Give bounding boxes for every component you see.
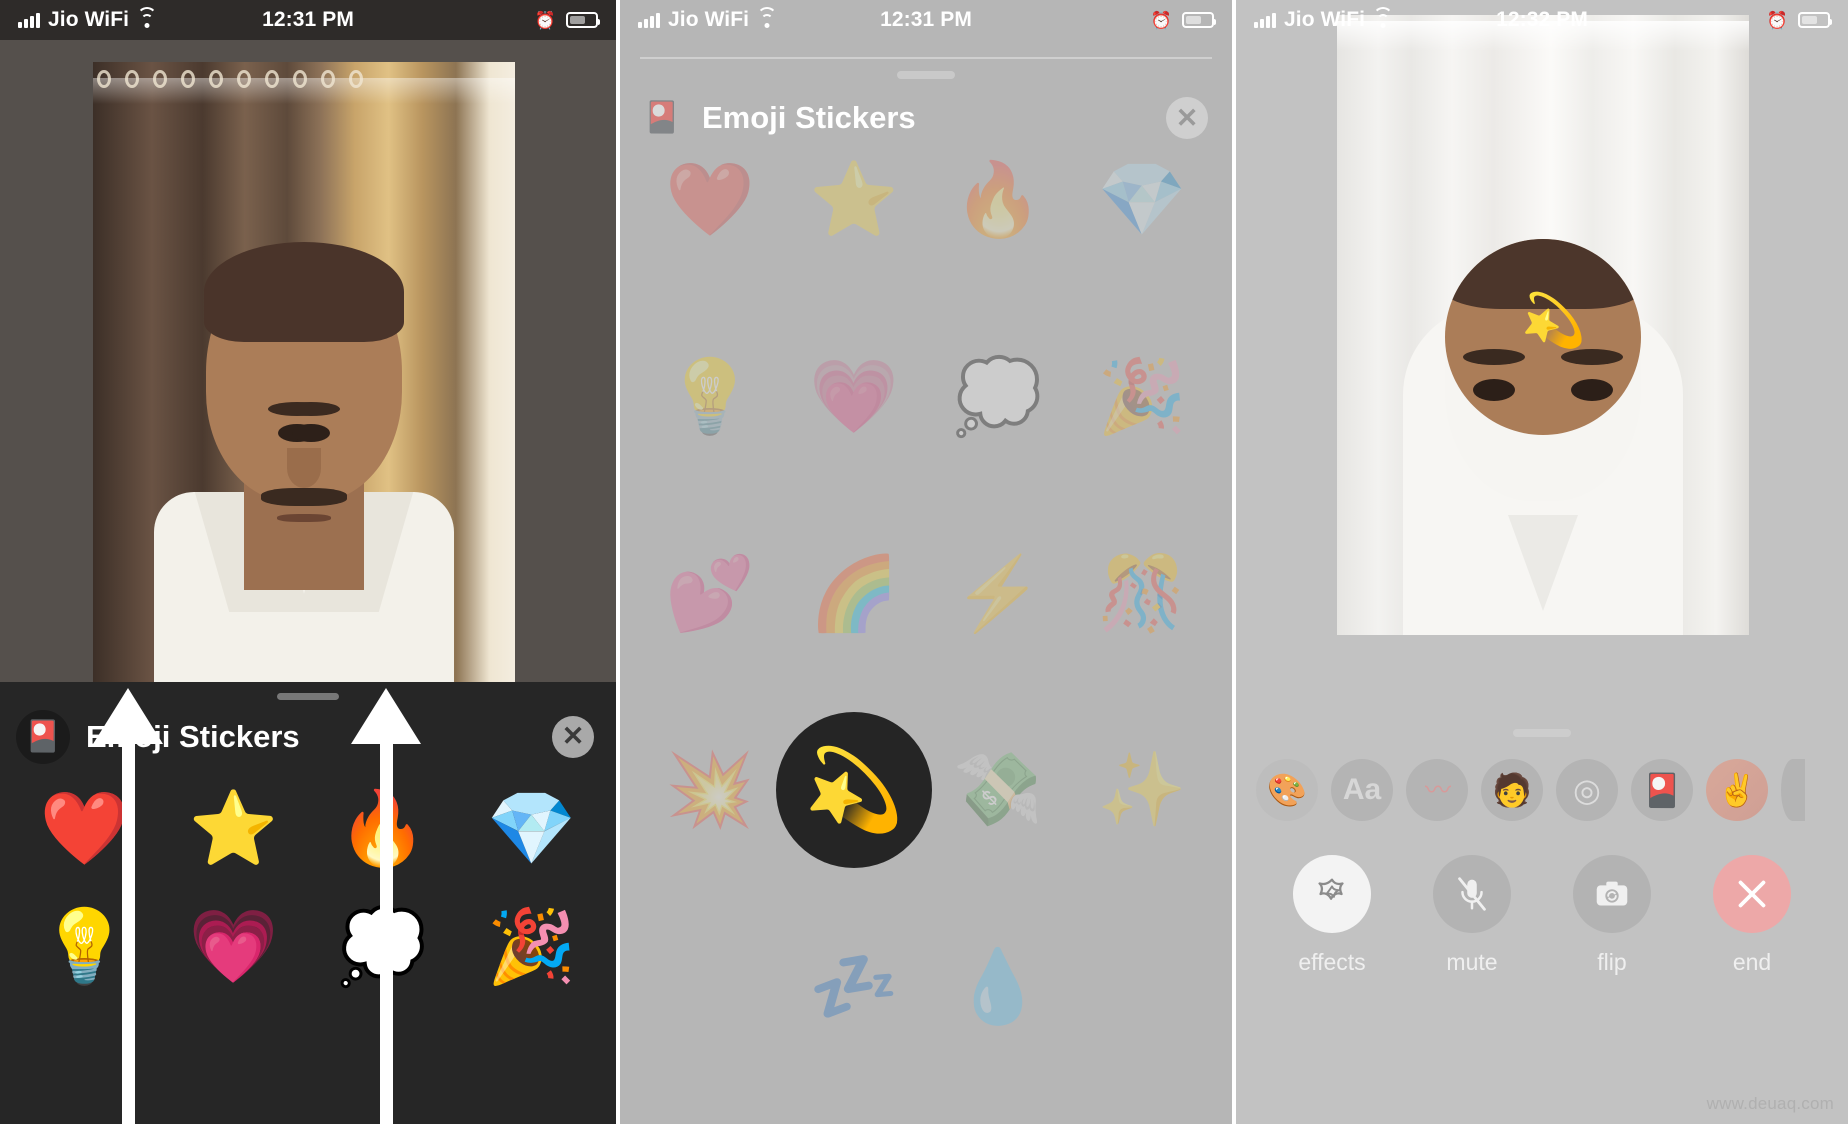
video-preview-self (93, 62, 515, 682)
alarm-clock-icon: ⏰ (1766, 10, 1789, 30)
call-controls: effects mute flip end (1236, 821, 1848, 976)
hair (204, 242, 404, 342)
sticker-growing-heart[interactable]: 💗 (782, 337, 926, 457)
wifi-icon (1373, 6, 1394, 28)
animoji-target-icon[interactable]: ◎ (1556, 759, 1618, 821)
text-label-icon[interactable]: Aa (1331, 759, 1393, 821)
signal-bars-icon (18, 12, 40, 28)
star-effects-icon (1318, 878, 1344, 900)
clock-label: 12:31 PM (880, 8, 972, 31)
sticker-star[interactable]: ⭐ (782, 140, 926, 260)
more-effects-cut-off[interactable] (1781, 759, 1805, 821)
wifi-icon (137, 6, 158, 28)
sticker-money-with-wings[interactable]: 💸 (926, 730, 1070, 850)
mute-button-label: mute (1446, 949, 1498, 975)
panel-call-with-sticker-sheet: Jio WiFi 12:31 PM ⏰ 🎴 Emoji Stickers ✕ ❤… (0, 0, 616, 1124)
sticker-light-bulb[interactable]: 💡 (638, 337, 782, 457)
flip-button-label: flip (1597, 949, 1627, 975)
sticker-fire[interactable]: 🔥 (926, 140, 1070, 260)
shapes-squiggle-icon[interactable]: 〰 (1406, 759, 1468, 821)
video-preview-self: 💫 (1337, 15, 1749, 635)
emoji-stickers-pack-icon: 🎴 (16, 709, 70, 764)
end-button-label: end (1732, 949, 1772, 975)
annotation-arrow-up-left (93, 688, 163, 1124)
alarm-clock-icon: ⏰ (534, 10, 557, 30)
sticker-rainbow[interactable]: 🌈 (782, 534, 926, 654)
wifi-icon (757, 6, 778, 28)
carrier-label: Jio WiFi (668, 8, 750, 31)
memoji-icon[interactable]: 🧑 (1481, 759, 1543, 821)
sticker-droplet[interactable]: 💧 (926, 927, 1070, 1047)
battery-icon (1182, 12, 1217, 28)
sticker-grid: ❤️ ⭐ 🔥 💎 💡 💗 💭 🎉 💕 🌈 ⚡ 🎊 💥 💫 💸 ✨ 💤 💧 (620, 140, 1232, 1124)
sticker-sparkles[interactable]: ✨ (1070, 730, 1214, 850)
sticker-star[interactable]: ⭐ (159, 770, 308, 888)
sticker-dizzy-selected[interactable]: 💫 (776, 712, 932, 869)
curtain-rings (97, 70, 388, 90)
emoji-stickers-pack-icon: 🎴 (643, 101, 681, 134)
sticker-growing-heart[interactable]: 💗 (159, 888, 308, 1006)
dizzy-sticker-on-face[interactable]: 💫 (1521, 295, 1586, 347)
sheet-title: Emoji Stickers (702, 100, 916, 135)
sticker-red-heart[interactable]: ❤️ (638, 140, 782, 260)
status-bar: Jio WiFi 12:31 PM ⏰ (0, 0, 616, 40)
flip-button[interactable]: flip (1557, 855, 1667, 976)
close-icon[interactable]: ✕ (1166, 97, 1208, 139)
effects-tray: 🎨 Aa 〰 🧑 ◎ 🎴 ✌ (1236, 737, 1848, 821)
screenshot-triptych: Jio WiFi 12:31 PM ⏰ 🎴 Emoji Stickers ✕ ❤… (0, 0, 1848, 1124)
sticker-zzz[interactable]: 💤 (782, 927, 926, 1047)
sheet-drag-handle[interactable] (1513, 729, 1571, 737)
effects-button-label: effects (1298, 949, 1366, 975)
close-icon[interactable]: ✕ (552, 715, 594, 758)
person-figure (154, 212, 454, 682)
microphone-muted-icon (1458, 877, 1486, 911)
annotation-arrow-up-right (351, 688, 421, 1124)
status-bar: Jio WiFi 12:32 PM ⏰ (1236, 0, 1848, 40)
carrier-label: Jio WiFi (48, 8, 130, 31)
sheet-header: 🎴 Emoji Stickers ✕ (620, 92, 1232, 144)
memoji-stickers-icon[interactable]: ✌ (1706, 759, 1768, 821)
alarm-clock-icon: ⏰ (1150, 10, 1173, 30)
effects-button[interactable]: effects (1277, 855, 1387, 976)
call-bottom-bar: 🎨 Aa 〰 🧑 ◎ 🎴 ✌ effects mute flip end (1236, 715, 1848, 1124)
sticker-party-popper[interactable]: 🎉 (1070, 337, 1214, 457)
sticker-thought-balloon[interactable]: 💭 (926, 337, 1070, 457)
person-figure: 💫 (1393, 165, 1693, 635)
signal-bars-icon (1254, 12, 1276, 28)
emoji-stickers-icon[interactable]: 🎴 (1631, 759, 1693, 821)
sticker-party-popper[interactable]: 🎉 (457, 888, 606, 1006)
signal-bars-icon (638, 12, 660, 28)
clock-label: 12:31 PM (262, 8, 354, 31)
end-button[interactable]: end (1697, 855, 1807, 976)
status-bar: Jio WiFi 12:31 PM ⏰ (620, 0, 1232, 40)
battery-icon (1798, 12, 1833, 28)
sheet-drag-handle[interactable] (897, 71, 955, 79)
close-icon (1738, 880, 1766, 908)
sticker-high-voltage[interactable]: ⚡ (926, 534, 1070, 654)
sticker-empty-slot-2 (1070, 927, 1214, 1047)
sticker-collision[interactable]: 💥 (638, 730, 782, 850)
sticker-empty-slot (638, 927, 782, 1047)
camera-flip-icon (1596, 881, 1628, 906)
sheet-top-divider (640, 57, 1212, 59)
filters-icon[interactable]: 🎨 (1256, 759, 1318, 821)
face-visible-region: 💫 (1445, 239, 1641, 435)
panel-sticker-picker-expanded: Jio WiFi 12:31 PM ⏰ 🎴 Emoji Stickers ✕ ❤… (616, 0, 1232, 1124)
sticker-confetti-ball[interactable]: 🎊 (1070, 534, 1214, 654)
battery-icon (566, 12, 601, 28)
sticker-two-hearts[interactable]: 💕 (638, 534, 782, 654)
sticker-gem-stone[interactable]: 💎 (1070, 140, 1214, 260)
panel-facetime-effect-applied: 💫 Jio WiFi 12:32 PM ⏰ 🎨 Aa 〰 🧑 ◎ 🎴 ✌ eff… (1232, 0, 1848, 1124)
watermark: www.deuaq.com (1706, 1094, 1834, 1113)
carrier-label: Jio WiFi (1284, 8, 1366, 31)
mute-button[interactable]: mute (1417, 855, 1527, 976)
sticker-gem-stone[interactable]: 💎 (457, 770, 606, 888)
sheet-drag-handle[interactable] (277, 693, 339, 700)
clock-label: 12:32 PM (1496, 8, 1588, 31)
